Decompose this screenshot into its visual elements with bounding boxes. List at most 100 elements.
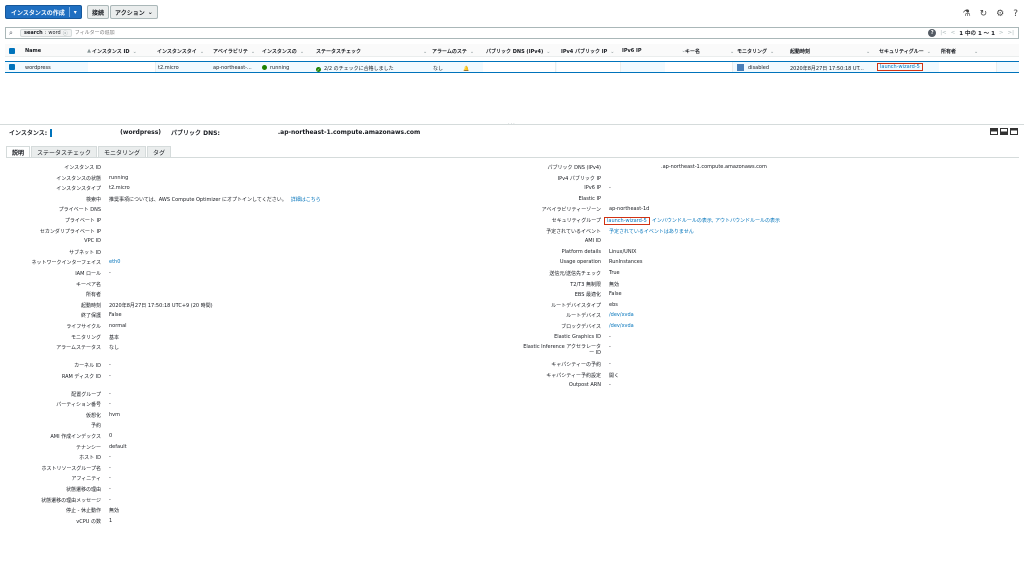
help-icon[interactable]: ? — [1013, 9, 1018, 19]
first-page-icon[interactable]: |< — [940, 30, 946, 36]
layout-split-icon[interactable] — [1010, 128, 1018, 135]
detail-label: 送信元/送信先チェック — [549, 270, 601, 277]
column-instance-id[interactable]: インスタンス ID ⌄ — [92, 48, 137, 55]
public-dns-label: パブリック DNS: — [171, 130, 220, 137]
detail-label: 仮想化 — [85, 412, 101, 419]
actions-button[interactable]: アクション ⌄ — [110, 5, 158, 19]
column-public-dns[interactable]: パブリック DNS (IPv4) ⌄ — [486, 48, 550, 55]
detail-row-elastic-inference: Elastic Inference アクセラレーター ID - — [505, 344, 780, 361]
layout-bottom-icon[interactable] — [1000, 128, 1008, 135]
row-checkbox[interactable] — [9, 64, 15, 70]
flask-icon[interactable]: ⚗ — [963, 9, 971, 19]
help-icon[interactable]: ? — [928, 29, 937, 37]
detail-value: 推奨事項については、AWS Compute Optimizer にオプトインして… — [109, 196, 287, 203]
close-icon[interactable]: ⓧ — [63, 30, 68, 37]
search-input[interactable] — [74, 30, 375, 36]
detail-row-state-reason: 状態遷移の理由 - — [0, 486, 321, 497]
detail-label: 予約 — [90, 423, 101, 430]
detail-label: 起動時刻 — [80, 302, 101, 309]
detail-label: 状態遷移の理由 — [65, 487, 101, 494]
column-instance-type[interactable]: インスタンスタイ ⌄ — [157, 48, 204, 55]
detail-row-affinity: アフィニティ - — [0, 475, 321, 486]
instance-label: インスタンス: — [9, 130, 48, 137]
eth0-link[interactable]: eth0 — [109, 259, 120, 265]
detail-value: running — [109, 174, 129, 181]
detail-row-usage-operation: Usage operation RunInstances — [505, 259, 780, 270]
detail-value[interactable]: /dev/xvda — [609, 312, 634, 318]
row-security-group-link[interactable]: launch-wizard-5 — [877, 63, 923, 71]
view-rules-link[interactable]: インバウンドルールの表示, アウトバウンドルールの表示 — [652, 217, 780, 224]
detail-value[interactable]: 予定されているイベントはありません — [609, 228, 694, 235]
detail-row-capacity-reservation-setting: キャパシティー予約設定 開く — [505, 372, 780, 383]
detail-row-tenancy: テナンシー default — [0, 444, 321, 455]
detail-value: hvm — [109, 411, 120, 418]
detail-value: ー ID — [589, 350, 601, 357]
details-left-column: インスタンス ID インスタンスの状態 running インスタンスタイプ t2.m… — [0, 164, 321, 529]
column-state[interactable]: インスタンスの ⌄ — [262, 48, 304, 55]
detail-row-ramdisk-id: RAM ディスク ID - — [0, 373, 321, 391]
detail-label: Elastic Inference アクセラレーター ID — [505, 344, 601, 356]
column-security-group[interactable]: セキュリティグルー ⌄ — [879, 48, 931, 55]
detail-row-reservation: 予約 — [0, 422, 321, 433]
column-status-check[interactable]: ステータスチェック ⌄ — [316, 48, 427, 55]
detail-row-termination-protection: 終了保護 False — [0, 312, 321, 323]
row-instance-id — [88, 62, 156, 72]
detail-value: - — [109, 486, 111, 493]
column-name[interactable]: Name ▲ — [25, 48, 91, 54]
instance-id-marker — [50, 128, 53, 137]
prev-page-icon[interactable]: < — [951, 30, 956, 36]
column-ipv6[interactable]: IPv6 IP ⌄ — [622, 48, 686, 54]
row-ipv4 — [557, 62, 621, 72]
search-filter-token[interactable]: search : word ⓧ — [20, 29, 72, 37]
detail-value[interactable]: /dev/xvda — [609, 323, 634, 329]
detail-value: False — [609, 291, 622, 298]
last-page-icon[interactable]: >| — [1008, 30, 1014, 36]
detail-row-block-devices: ブロックデバイス/dev/xvda — [505, 323, 780, 334]
detail-label: ホスト ID — [79, 455, 101, 462]
launch-instance-button[interactable]: インスタンスの作成 ▾ — [5, 5, 82, 19]
select-all-checkbox[interactable] — [9, 48, 15, 54]
learn-more-link[interactable]: 詳細はこちら — [291, 196, 321, 203]
detail-row-virtualization: 仮想化 hvm — [0, 412, 321, 423]
detail-label: 状態遷移の理由メッセージ — [41, 497, 101, 504]
column-az[interactable]: アベイラビリテ ⌄ — [213, 48, 255, 55]
detail-value: なし — [109, 345, 120, 352]
detail-value: - — [609, 361, 611, 368]
column-monitoring[interactable]: モニタリング ⌄ — [737, 48, 774, 55]
layout-top-icon[interactable] — [990, 128, 998, 135]
detail-label: 終了保護 — [80, 313, 101, 320]
pager-text: 1 中の 1 ～ 1 — [959, 31, 995, 37]
detail-label: VPC ID — [84, 238, 101, 245]
filter-token-value: word — [48, 30, 61, 36]
connect-button[interactable]: 接続 — [87, 5, 110, 19]
column-key-name[interactable]: キー名 ⌄ — [685, 48, 734, 55]
security-group-link[interactable]: launch-wizard-5 — [604, 216, 650, 225]
detail-row-vcpu: vCPU の数 1 — [0, 518, 321, 529]
column-alarm[interactable]: アラームのステ ⌄ — [432, 48, 474, 55]
pagination: ? |< < 1 中の 1 ～ 1 > >| — [928, 29, 1014, 37]
next-page-icon[interactable]: > — [999, 30, 1004, 36]
chevron-down-icon[interactable]: ▾ — [74, 9, 77, 16]
detail-label: キャパシティー予約設定 — [546, 372, 601, 379]
detail-value: .ap-northeast-1.compute.amazonaws.com — [661, 164, 767, 170]
search-bar[interactable]: ⌕ search : word ⓧ ? |< < 1 中の 1 ～ 1 > >| — [5, 27, 1019, 39]
refresh-icon[interactable]: ↻ — [980, 9, 988, 19]
detail-label: EBS 最適化 — [574, 292, 601, 299]
row-instance-type: t2.micro — [158, 65, 179, 71]
table-row[interactable]: wordpress t2.micro ap-northeast-... runn… — [5, 61, 1019, 73]
column-owner[interactable]: 所有者 ⌄ — [941, 48, 978, 55]
detail-row-instance-type: インスタンスタイプ t2.micro — [0, 185, 321, 196]
gear-icon[interactable]: ⚙ — [996, 9, 1004, 19]
detail-label: Usage operation — [559, 259, 601, 266]
detail-row-ipv6: IPv6 IP - — [505, 185, 780, 196]
column-launch-time[interactable]: 起動時刻 ⌄ — [790, 48, 870, 55]
pane-splitter[interactable] — [0, 124, 1024, 125]
tab-divider — [6, 157, 1019, 158]
detail-value: True — [609, 269, 620, 276]
detail-row-ipv4-public-ip: IPv4 パブリック IP — [505, 175, 780, 186]
column-ipv4[interactable]: IPv4 パブリック IP ⌄ — [561, 48, 614, 55]
detail-row-network-interface: ネットワークインターフェイス eth0 — [0, 259, 321, 270]
detail-label: インスタンスタイプ — [56, 186, 101, 193]
detail-row-instance-id: インスタンス ID — [0, 164, 321, 175]
detail-label: ブロックデバイス — [561, 323, 601, 330]
